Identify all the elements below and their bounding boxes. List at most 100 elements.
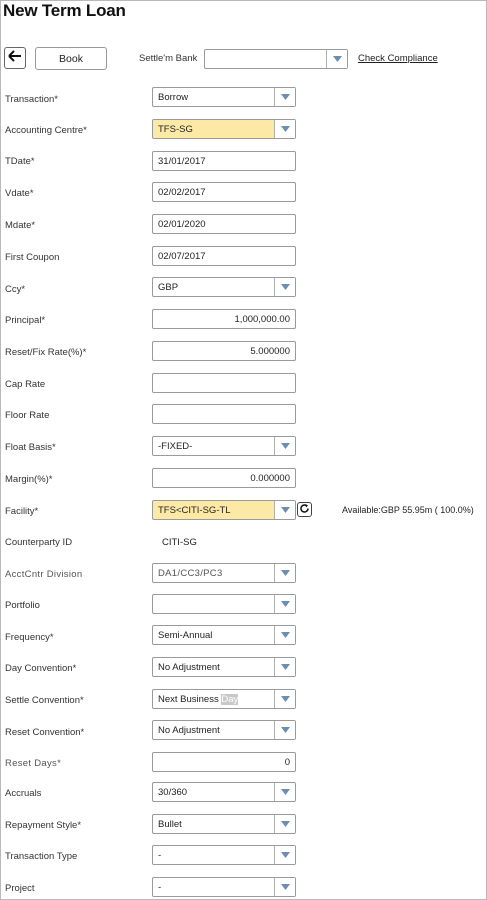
transaction-type-select[interactable]: - [152,845,296,865]
mdate-value: 02/01/2020 [158,218,206,230]
book-button[interactable]: Book [35,47,107,70]
acct-cntr-division-value: DA1/CC3/PC3 [158,567,223,579]
settle-bank-label: Settle'm Bank [139,53,198,64]
repayment-style-select[interactable]: Bullet [152,814,296,834]
check-compliance-link[interactable]: Check Compliance [358,53,438,64]
chevron-down-icon[interactable] [274,564,295,582]
refresh-button[interactable] [297,502,312,517]
principal-label: Principal* [5,315,46,326]
arrow-left-icon [8,49,22,67]
chevron-down-icon[interactable] [274,815,295,833]
settle-convention-value: Next Business Day [153,693,274,705]
settle-convention-highlight: Day [221,693,239,705]
repayment-style-value: Bullet [158,818,182,830]
chevron-down-icon[interactable] [274,783,295,801]
margin-label: Margin(%)* [5,474,53,485]
day-convention-select[interactable]: No Adjustment [152,657,296,677]
chevron-down-icon[interactable] [274,626,295,644]
transaction-value: Borrow [158,91,189,103]
reset-days-value: 0 [284,756,290,768]
facility-value: TFS<CITI-SG-TL [158,504,231,516]
accounting-centre-select[interactable]: TFS-SG [152,119,296,139]
float-basis-label: Float Basis* [5,442,56,453]
acct-cntr-division-select[interactable]: DA1/CC3/PC3 [152,563,296,583]
day-convention-label: Day Convention* [5,663,77,674]
reset-fix-rate-input[interactable]: 5.000000 [152,341,296,361]
reset-convention-value: No Adjustment [158,724,220,736]
reset-days-input[interactable]: 0 [152,752,296,772]
transaction-label: Transaction* [5,94,58,105]
tdate-value: 31/01/2017 [158,155,206,167]
accounting-centre-label: Accounting Centre* [5,125,87,136]
chevron-down-icon[interactable] [326,50,347,68]
vdate-input[interactable]: 02/02/2017 [152,182,296,202]
chevron-down-icon[interactable] [274,278,295,296]
cap-rate-input[interactable] [152,373,296,393]
project-value: - [158,881,162,893]
accruals-select[interactable]: 30/360 [152,782,296,802]
first-coupon-input[interactable]: 02/07/2017 [152,246,296,266]
back-button[interactable] [4,47,26,69]
transaction-select[interactable]: Borrow [152,87,296,107]
floor-rate-label: Floor Rate [5,410,50,421]
transaction-type-value: - [158,849,162,861]
project-select[interactable]: - [152,877,296,897]
mdate-input[interactable]: 02/01/2020 [152,214,296,234]
float-basis-select[interactable]: -FIXED- [152,436,296,456]
frequency-select[interactable]: Semi-Annual [152,625,296,645]
chevron-down-icon[interactable] [274,846,295,864]
acct-cntr-division-label: AcctCntr Division [5,569,83,580]
ccy-select[interactable]: GBP [152,277,296,297]
settle-convention-label: Settle Convention* [5,695,84,706]
vdate-value: 02/02/2017 [158,186,206,198]
ccy-value: GBP [158,281,179,293]
facility-select[interactable]: TFS<CITI-SG-TL [152,500,296,520]
page-title: New Term Loan [3,1,126,20]
settle-convention-select[interactable]: Next Business Day [152,689,296,709]
principal-value: 1,000,000.00 [234,313,290,325]
reset-convention-select[interactable]: No Adjustment [152,720,296,740]
vdate-label: Vdate* [5,188,34,199]
chevron-down-icon[interactable] [274,595,295,613]
reset-fix-rate-label: Reset/Fix Rate(%)* [5,347,87,358]
tdate-input[interactable]: 31/01/2017 [152,151,296,171]
chevron-down-icon[interactable] [274,501,295,519]
reset-fix-rate-value: 5.000000 [250,345,290,357]
repayment-style-label: Repayment Style* [5,820,82,831]
chevron-down-icon[interactable] [274,437,295,455]
accruals-label: Accruals [5,788,42,799]
margin-input[interactable]: 0.000000 [152,468,296,488]
floor-rate-input[interactable] [152,404,296,424]
facility-label: Facility* [5,506,39,517]
counterparty-id-value: CITI-SG [162,537,197,548]
accruals-value: 30/360 [158,786,188,798]
refresh-icon [299,501,310,519]
margin-value: 0.000000 [250,472,290,484]
accounting-centre-value: TFS-SG [158,123,193,135]
counterparty-id-label: Counterparty ID [5,537,73,548]
project-label: Project [5,883,35,894]
tdate-label: TDate* [5,156,35,167]
principal-input[interactable]: 1,000,000.00 [152,309,296,329]
cap-rate-label: Cap Rate [5,379,46,390]
chevron-down-icon[interactable] [274,878,295,896]
day-convention-value: No Adjustment [158,661,220,673]
portfolio-select[interactable] [152,594,296,614]
chevron-down-icon[interactable] [274,120,295,138]
portfolio-label: Portfolio [5,600,40,611]
ccy-label: Ccy* [5,284,26,295]
chevron-down-icon[interactable] [274,721,295,739]
frequency-value: Semi-Annual [158,629,213,641]
chevron-down-icon[interactable] [274,658,295,676]
chevron-down-icon[interactable] [274,690,295,708]
mdate-label: Mdate* [5,220,36,231]
chevron-down-icon[interactable] [274,88,295,106]
facility-available-text: Available:GBP 55.95m ( 100.0%) [342,505,474,515]
frequency-label: Frequency* [5,632,54,643]
transaction-type-label: Transaction Type [5,851,78,862]
first-coupon-value: 02/07/2017 [158,250,206,262]
settle-convention-text: Next Business [158,693,222,705]
first-coupon-label: First Coupon [5,252,60,263]
settle-bank-select[interactable] [204,49,348,69]
reset-days-label: Reset Days* [5,758,62,769]
